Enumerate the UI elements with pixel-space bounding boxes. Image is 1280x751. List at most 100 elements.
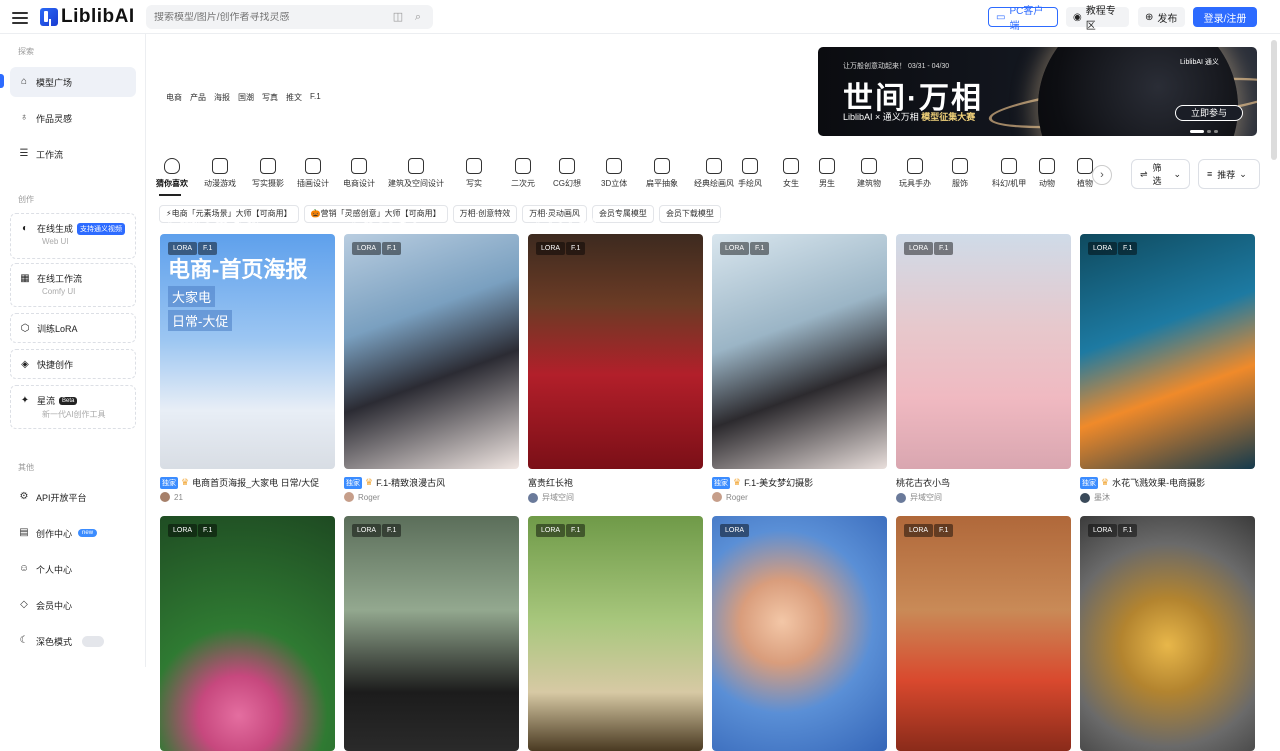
menu-icon[interactable] bbox=[12, 9, 28, 25]
category-tab[interactable]: 插画设计 bbox=[297, 156, 329, 189]
search-icon[interactable]: ⌕ bbox=[411, 10, 425, 24]
type-badge: LORA bbox=[720, 242, 750, 255]
sidebar-item-model-square[interactable]: ⌂ 模型广场 bbox=[10, 67, 136, 97]
category-tab[interactable]: 玩具手办 bbox=[899, 156, 931, 189]
model-thumbnail[interactable] bbox=[1080, 516, 1255, 751]
category-tab[interactable]: 女生 bbox=[783, 156, 799, 189]
category-icon bbox=[654, 158, 670, 174]
banner-tag[interactable]: 写真 bbox=[262, 92, 278, 103]
pagination-dot[interactable] bbox=[1207, 130, 1211, 133]
view-count: 8 bbox=[548, 216, 553, 225]
category-tab[interactable]: 经典绘画风 bbox=[694, 156, 734, 189]
filter-pill[interactable]: 万相·创意特效 bbox=[452, 205, 518, 223]
chevron-right-icon[interactable]: › bbox=[1092, 165, 1112, 185]
model-thumbnail[interactable] bbox=[528, 234, 703, 469]
model-title-row[interactable]: 桃花古衣小鸟 bbox=[896, 476, 950, 489]
model-thumbnail[interactable] bbox=[160, 516, 335, 751]
category-tab[interactable]: 男生 bbox=[819, 156, 835, 189]
model-author[interactable]: Roger bbox=[712, 492, 748, 502]
tutorials-label: 教程专区 bbox=[1085, 6, 1116, 32]
category-tab[interactable]: 科幻/机甲 bbox=[992, 156, 1026, 189]
sidebar-item-online-generate[interactable]: ◐ 在线生成 支持通义视频 Web UI bbox=[10, 213, 136, 259]
banner-tag[interactable]: F.1 bbox=[310, 92, 321, 103]
model-thumbnail[interactable] bbox=[896, 234, 1071, 469]
sidebar-item-dark-mode[interactable]: ☾ 深色模式 bbox=[10, 626, 136, 656]
category-tab[interactable]: 写实 bbox=[466, 156, 482, 189]
page-scrollbar[interactable] bbox=[1271, 40, 1277, 160]
category-tab[interactable]: 服饰 bbox=[952, 156, 968, 189]
category-tab[interactable]: 动物 bbox=[1039, 156, 1055, 189]
category-label: 玩具手办 bbox=[899, 179, 931, 188]
category-tab[interactable]: 动漫游戏 bbox=[204, 156, 236, 189]
pc-client-button[interactable]: ▭ PC客户端 bbox=[988, 6, 1058, 32]
banner-tag[interactable]: 产品 bbox=[190, 92, 206, 103]
promo-banner[interactable]: 让万般创意动起来！ 03/31 - 04/30 世间·万相 LiblibAI ×… bbox=[818, 47, 1257, 136]
banner-tag[interactable]: 国潮 bbox=[238, 92, 254, 103]
base-model-badge: F.1 bbox=[1118, 242, 1138, 255]
model-title-row[interactable]: 独家 ♛ F.1-精致浪漫古风 bbox=[344, 476, 445, 489]
model-thumbnail[interactable] bbox=[712, 234, 887, 469]
sidebar-item-api[interactable]: ⚙ API开放平台 bbox=[10, 482, 136, 512]
filter-button[interactable]: ⇌ 筛选 ⌄ bbox=[1131, 159, 1190, 189]
model-thumbnail[interactable] bbox=[712, 516, 887, 751]
model-title-row[interactable]: 独家 ♛ 水花飞溅效果-电商摄影 bbox=[1080, 476, 1205, 489]
category-tab[interactable]: 写实摄影 bbox=[252, 156, 284, 189]
logo[interactable]: LiblibAI bbox=[40, 6, 135, 27]
model-title-row[interactable]: 独家 ♛ 电商首页海报_大家电 日常/大促 bbox=[160, 476, 319, 489]
sidebar-item-workflow[interactable]: ☰ 工作流 bbox=[10, 139, 136, 169]
sidebar-item-profile[interactable]: ☺ 个人中心 bbox=[10, 554, 136, 584]
sidebar-item-xingliu[interactable]: ✦ 星流 Beta 新一代AI创作工具 bbox=[10, 385, 136, 429]
publish-button[interactable]: ⊕ 发布 bbox=[1138, 7, 1185, 27]
filter-pill[interactable]: 会员专属模型 bbox=[591, 205, 654, 223]
category-tab[interactable]: 植物 bbox=[1077, 156, 1093, 189]
play-icon: ▷ bbox=[720, 216, 727, 225]
category-icon bbox=[260, 158, 276, 174]
pagination-dot[interactable] bbox=[1214, 130, 1218, 133]
banner-tag[interactable]: 海报 bbox=[214, 92, 230, 103]
author-name: 异域空间 bbox=[910, 493, 942, 502]
model-author[interactable]: 墨沐 bbox=[1080, 492, 1110, 503]
sidebar-item-inspiration[interactable]: ♁ 作品灵感 bbox=[10, 103, 136, 133]
login-button[interactable]: 登录/注册 bbox=[1193, 7, 1257, 27]
camera-icon[interactable]: ◫ bbox=[391, 10, 405, 24]
category-tab[interactable]: 二次元 bbox=[511, 156, 535, 189]
category-tab[interactable]: 猜你喜欢 bbox=[156, 156, 188, 189]
image-icon: ▣ bbox=[233, 216, 242, 225]
filter-pill[interactable]: 会员下载模型 bbox=[658, 205, 721, 223]
category-tab[interactable]: CG幻想 bbox=[553, 156, 581, 189]
sidebar-item-online-workflow[interactable]: ▦ 在线工作流 Comfy UI bbox=[10, 263, 136, 307]
model-author[interactable]: 异域空间 bbox=[528, 492, 574, 503]
card-stats: ▷ 6 ⤓ 3 ▣ 0 bbox=[720, 216, 781, 226]
pagination-dot[interactable] bbox=[1190, 130, 1204, 133]
category-tab[interactable]: 3D立体 bbox=[601, 156, 627, 189]
banner-cta-button[interactable]: 立即参与 bbox=[1175, 105, 1243, 121]
model-author[interactable]: 异域空间 bbox=[896, 492, 942, 503]
category-tab[interactable]: 建筑及空间设计 bbox=[388, 156, 444, 189]
category-tab[interactable]: 手绘风 bbox=[738, 156, 762, 189]
model-title-row[interactable]: 富贵红长袍 bbox=[528, 476, 573, 489]
model-author[interactable]: 21 bbox=[160, 492, 183, 502]
model-thumbnail[interactable] bbox=[344, 516, 519, 751]
banner-tag[interactable]: 电商 bbox=[166, 92, 182, 103]
sidebar-item-train-lora[interactable]: ⬡ 训练LoRA bbox=[10, 313, 136, 343]
image-icon: ▣ bbox=[946, 216, 955, 225]
sidebar-item-quick-create[interactable]: ◈ 快捷创作 bbox=[10, 349, 136, 379]
sidebar-item-creator-center[interactable]: ▤ 创作中心 new bbox=[10, 518, 136, 548]
banner-tag[interactable]: 推文 bbox=[286, 92, 302, 103]
sort-button[interactable]: ≡ 推荐 ⌄ bbox=[1198, 159, 1260, 189]
model-thumbnail[interactable] bbox=[896, 516, 1071, 751]
tutorials-button[interactable]: ◉ 教程专区 bbox=[1066, 6, 1129, 32]
search-bar[interactable]: ◫ ⌕ bbox=[146, 5, 433, 29]
category-tab[interactable]: 建筑物 bbox=[857, 156, 881, 189]
search-input[interactable] bbox=[154, 11, 385, 23]
model-title-row[interactable]: 独家 ♛ F.1-美女梦幻摄影 bbox=[712, 476, 813, 489]
category-tab[interactable]: 扁平抽象 bbox=[646, 156, 678, 189]
category-tab[interactable]: 电商设计 bbox=[343, 156, 375, 189]
logo-text: LiblibAI bbox=[61, 6, 135, 27]
model-author[interactable]: Roger bbox=[344, 492, 380, 502]
dark-mode-toggle[interactable] bbox=[82, 635, 105, 647]
sidebar-item-membership[interactable]: ◇ 会员中心 bbox=[10, 590, 136, 620]
model-thumbnail[interactable] bbox=[528, 516, 703, 751]
model-thumbnail[interactable] bbox=[1080, 234, 1255, 469]
model-thumbnail[interactable] bbox=[344, 234, 519, 469]
